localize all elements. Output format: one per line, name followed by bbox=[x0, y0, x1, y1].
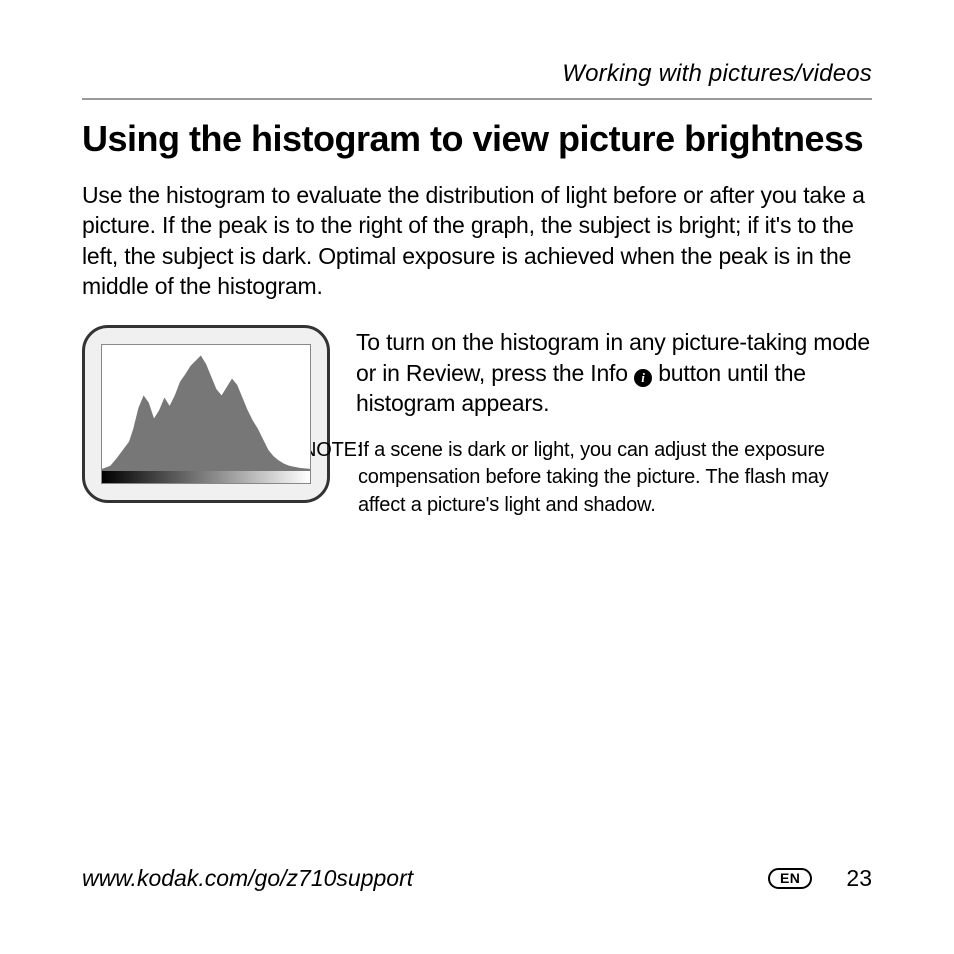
intro-paragraph: Use the histogram to evaluate the distri… bbox=[82, 180, 872, 301]
histogram-figure bbox=[82, 325, 330, 503]
footer-right: EN 23 bbox=[768, 865, 872, 892]
footer-url: www.kodak.com/go/z710support bbox=[82, 865, 413, 892]
footer: www.kodak.com/go/z710support EN 23 bbox=[82, 865, 872, 892]
text-column: To turn on the histogram in any picture-… bbox=[356, 325, 872, 519]
histogram-inner bbox=[101, 344, 311, 484]
page-number: 23 bbox=[846, 865, 872, 892]
header-divider bbox=[82, 98, 872, 100]
note-body: If a scene is dark or light, you can adj… bbox=[358, 437, 872, 520]
gradient-bar bbox=[102, 471, 310, 483]
histogram-graph-icon bbox=[102, 345, 310, 471]
note-block: NOTE: If a scene is dark or light, you c… bbox=[302, 437, 872, 520]
language-badge: EN bbox=[768, 868, 812, 890]
info-icon: i bbox=[634, 369, 652, 387]
instruction-text: To turn on the histogram in any picture-… bbox=[356, 327, 872, 418]
section-header: Working with pictures/videos bbox=[82, 60, 872, 88]
content-row: To turn on the histogram in any picture-… bbox=[82, 325, 872, 519]
page-title: Using the histogram to view picture brig… bbox=[82, 118, 872, 160]
